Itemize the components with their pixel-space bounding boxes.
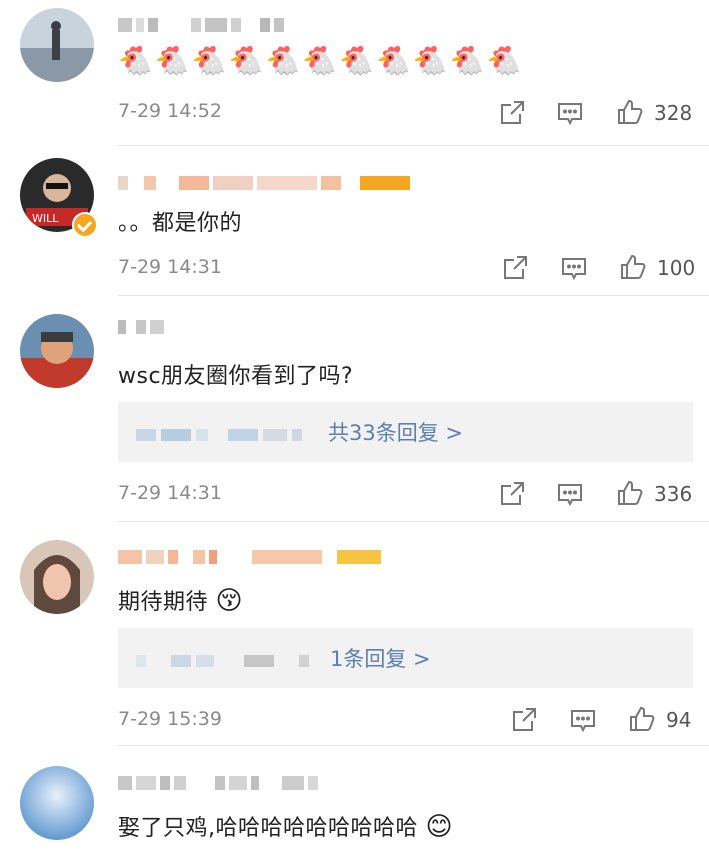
smiling-face-emoji: 😊 <box>425 812 454 842</box>
reply-author-blurred <box>136 424 307 441</box>
comment-time: 7-29 14:31 <box>118 482 222 504</box>
like-count: 328 <box>654 101 693 125</box>
comment-item: 期待期待 😚 1条回复 > 7-29 15:39 94 <box>0 522 709 748</box>
kissing-face-emoji: 😚 <box>215 586 244 616</box>
comment-item: wsc朋友圈你看到了吗? 共33条回复 > 7-29 14:31 336 <box>0 296 709 522</box>
username-blurred[interactable] <box>118 316 168 334</box>
avatar[interactable] <box>20 8 94 82</box>
like-count: 100 <box>657 256 696 280</box>
avatar[interactable] <box>20 766 94 840</box>
comment-icon[interactable] <box>556 480 584 508</box>
comment-icon[interactable] <box>556 99 584 127</box>
share-icon[interactable] <box>510 706 538 734</box>
comment-text: 。。都是你的 <box>118 211 243 236</box>
comment-item: 🐔🐔🐔🐔🐔🐔🐔🐔🐔🐔🐔 7-29 14:52 328 <box>0 0 709 150</box>
comment-time: 7-29 15:39 <box>118 708 222 730</box>
comment-time: 7-29 14:31 <box>118 256 222 278</box>
view-replies-link[interactable]: 共33条回复 > <box>328 417 463 447</box>
avatar[interactable] <box>20 314 94 388</box>
avatar[interactable] <box>20 540 94 614</box>
like-count: 336 <box>654 482 693 506</box>
divider <box>118 745 709 746</box>
comment-item: 娶了只鸡,哈哈哈哈哈哈哈哈哈 😊 <box>0 748 709 852</box>
reply-preview[interactable]: 共33条回复 > <box>118 402 693 462</box>
username-blurred[interactable] <box>118 14 288 32</box>
username-blurred[interactable] <box>118 772 322 790</box>
verified-badge-icon <box>72 212 98 238</box>
view-replies-link[interactable]: 1条回复 > <box>330 643 431 673</box>
comment-item: WILL 。。都是你的 7-29 14:31 100 <box>0 150 709 296</box>
comment-text: 娶了只鸡,哈哈哈哈哈哈哈哈哈 😊 <box>118 810 453 842</box>
comment-text: wsc朋友圈你看到了吗? <box>118 364 354 389</box>
comment-text-body: 期待期待 <box>118 590 209 615</box>
username-blurred[interactable] <box>118 172 414 190</box>
thumbs-up-icon[interactable] <box>616 479 644 507</box>
svg-text:WILL: WILL <box>32 212 59 225</box>
share-icon[interactable] <box>501 254 529 282</box>
like-count: 94 <box>666 708 692 732</box>
thumbs-up-icon[interactable] <box>619 253 647 281</box>
share-icon[interactable] <box>498 480 526 508</box>
thumbs-up-icon[interactable] <box>616 98 644 126</box>
reply-author-blurred <box>136 650 314 667</box>
reply-preview[interactable]: 1条回复 > <box>118 628 693 688</box>
comment-text: 期待期待 😚 <box>118 584 243 616</box>
comment-icon[interactable] <box>560 254 588 282</box>
thumbs-up-icon[interactable] <box>628 705 656 733</box>
comment-text: 🐔🐔🐔🐔🐔🐔🐔🐔🐔🐔🐔 <box>118 44 524 77</box>
share-icon[interactable] <box>498 99 526 127</box>
username-blurred[interactable] <box>118 546 385 564</box>
comment-time: 7-29 14:52 <box>118 100 222 122</box>
comment-text-body: 娶了只鸡,哈哈哈哈哈哈哈哈哈 <box>118 816 418 841</box>
comment-icon[interactable] <box>569 706 597 734</box>
divider <box>118 145 709 146</box>
